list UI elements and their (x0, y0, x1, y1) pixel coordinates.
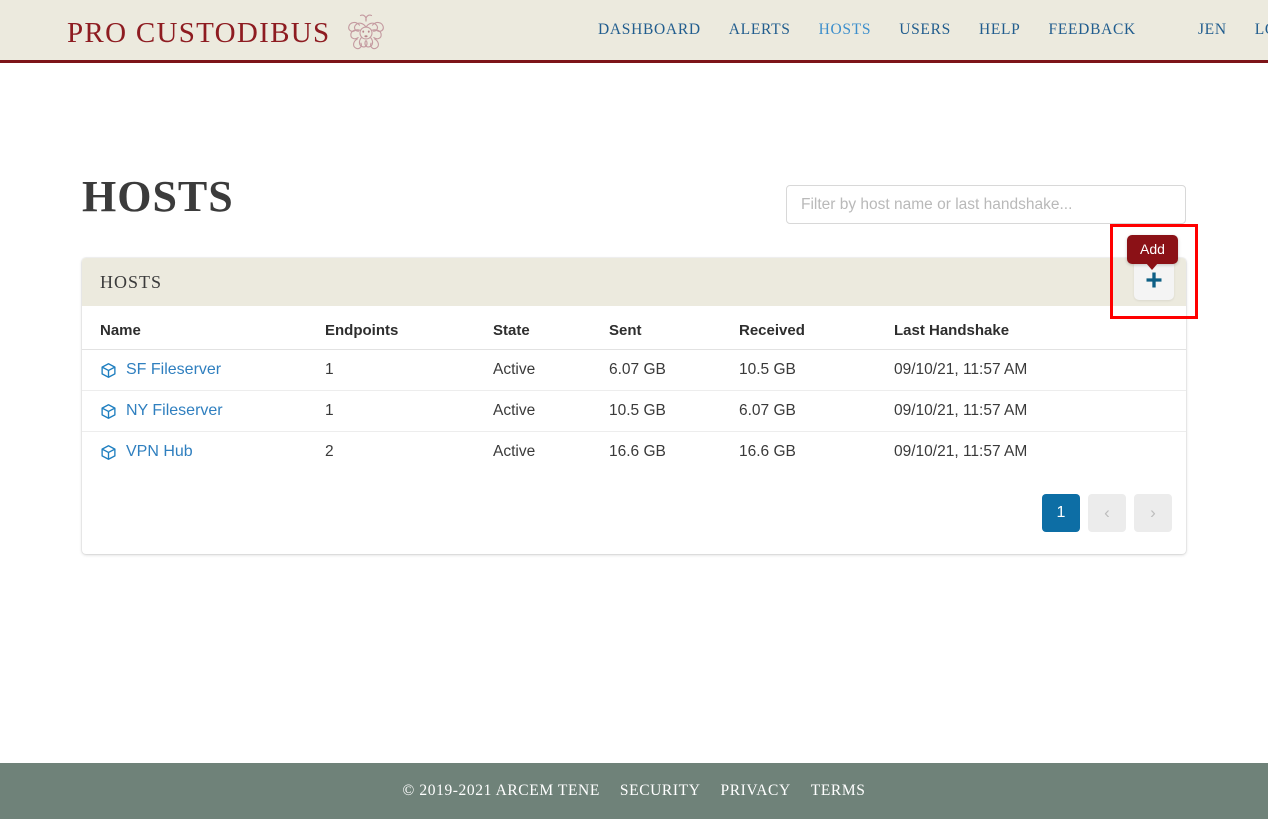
main-content: HOSTS HOSTS Name Endpoints State Sent Re… (0, 63, 1268, 763)
footer-link-terms[interactable]: TERMS (811, 782, 866, 800)
cell-received: 6.07 GB (739, 390, 894, 432)
brand-title: PRO CUSTODIBUS (67, 16, 331, 49)
cell-last-handshake: 09/10/21, 11:57 AM (894, 443, 1028, 460)
site-footer: © 2019-2021 ARCEM TENE SECURITY PRIVACY … (0, 763, 1268, 819)
chevron-left-icon[interactable]: ‹ (1088, 494, 1126, 532)
cube-icon (100, 403, 117, 420)
cell-endpoints: 1 (325, 349, 493, 391)
nav-item-hosts[interactable]: HOSTS (805, 21, 886, 39)
column-header-last-handshake[interactable]: Last Handshake (894, 306, 1186, 350)
table-row: VPN Hub 2 Active 16.6 GB 16.6 GB 09/10/2… (82, 432, 1186, 473)
cell-endpoints: 1 (325, 390, 493, 432)
column-header-state[interactable]: State (493, 306, 609, 350)
filter-input[interactable] (786, 185, 1186, 224)
cell-sent: 10.5 GB (609, 390, 739, 432)
hosts-card: HOSTS Name Endpoints State Sent Received… (82, 258, 1186, 554)
pagination: 1 ‹ › (82, 472, 1186, 554)
column-header-name[interactable]: Name (82, 306, 325, 350)
table-header-row: Name Endpoints State Sent Received Last … (82, 306, 1186, 350)
host-link[interactable]: VPN Hub (126, 443, 193, 461)
nav-item-users[interactable]: USERS (885, 21, 965, 39)
column-header-received[interactable]: Received (739, 306, 894, 350)
brand-logo[interactable]: PRO CUSTODIBUS (67, 10, 389, 56)
table-row: SF Fileserver 1 Active 6.07 GB 10.5 GB 0… (82, 349, 1186, 391)
nav-item-feedback[interactable]: FEEDBACK (1035, 21, 1150, 39)
site-header: PRO CUSTODIBUS DASHBOARD ALERTS HOSTS US… (0, 0, 1268, 63)
cube-icon (100, 444, 117, 461)
column-header-endpoints[interactable]: Endpoints (325, 306, 493, 350)
cell-received: 16.6 GB (739, 443, 796, 460)
table-head: Name Endpoints State Sent Received Last … (82, 306, 1186, 350)
footer-link-privacy[interactable]: PRIVACY (721, 782, 791, 800)
cell-name: VPN Hub (82, 432, 325, 473)
page-title: HOSTS (82, 172, 234, 221)
chevron-right-icon[interactable]: › (1134, 494, 1172, 532)
nav-item-alerts[interactable]: ALERTS (715, 21, 805, 39)
footer-link-security[interactable]: SECURITY (620, 782, 701, 800)
main-navigation: DASHBOARD ALERTS HOSTS USERS HELP FEEDBA… (584, 0, 1268, 60)
nav-item-logout[interactable]: LOG OUT (1241, 21, 1268, 39)
cell-endpoints: 2 (325, 443, 334, 460)
cell-state: Active (493, 390, 609, 432)
card-header-title: HOSTS (100, 271, 163, 292)
column-header-sent[interactable]: Sent (609, 306, 739, 350)
app-page: PRO CUSTODIBUS DASHBOARD ALERTS HOSTS US… (0, 0, 1268, 819)
cell-received: 10.5 GB (739, 349, 894, 391)
pagination-page-1[interactable]: 1 (1042, 494, 1080, 532)
cell-sent: 6.07 GB (609, 349, 739, 391)
nav-item-dashboard[interactable]: DASHBOARD (584, 21, 715, 39)
table-row: NY Fileserver 1 Active 10.5 GB 6.07 GB 0… (82, 390, 1186, 432)
host-link[interactable]: NY Fileserver (126, 402, 223, 420)
cell-name: NY Fileserver (82, 390, 325, 432)
plus-icon (1144, 270, 1164, 290)
cube-icon (100, 362, 117, 379)
footer-copyright: © 2019-2021 ARCEM TENE (402, 782, 600, 799)
add-tooltip: Add (1127, 235, 1178, 270)
cell-sent: 16.6 GB (609, 443, 666, 460)
host-link[interactable]: SF Fileserver (126, 361, 221, 379)
cell-last-handshake: 09/10/21, 11:57 AM (894, 390, 1186, 432)
cell-state: Active (493, 349, 609, 391)
table-body: SF Fileserver 1 Active 6.07 GB 10.5 GB 0… (82, 349, 1186, 473)
medusa-emblem-icon (343, 10, 389, 56)
nav-item-user-jen[interactable]: JEN (1184, 21, 1241, 39)
cell-state: Active (493, 443, 536, 460)
cell-last-handshake: 09/10/21, 11:57 AM (894, 349, 1186, 391)
nav-item-help[interactable]: HELP (965, 21, 1035, 39)
hosts-table: Name Endpoints State Sent Received Last … (82, 306, 1186, 472)
cell-name: SF Fileserver (82, 349, 325, 391)
card-header: HOSTS (82, 258, 1186, 306)
